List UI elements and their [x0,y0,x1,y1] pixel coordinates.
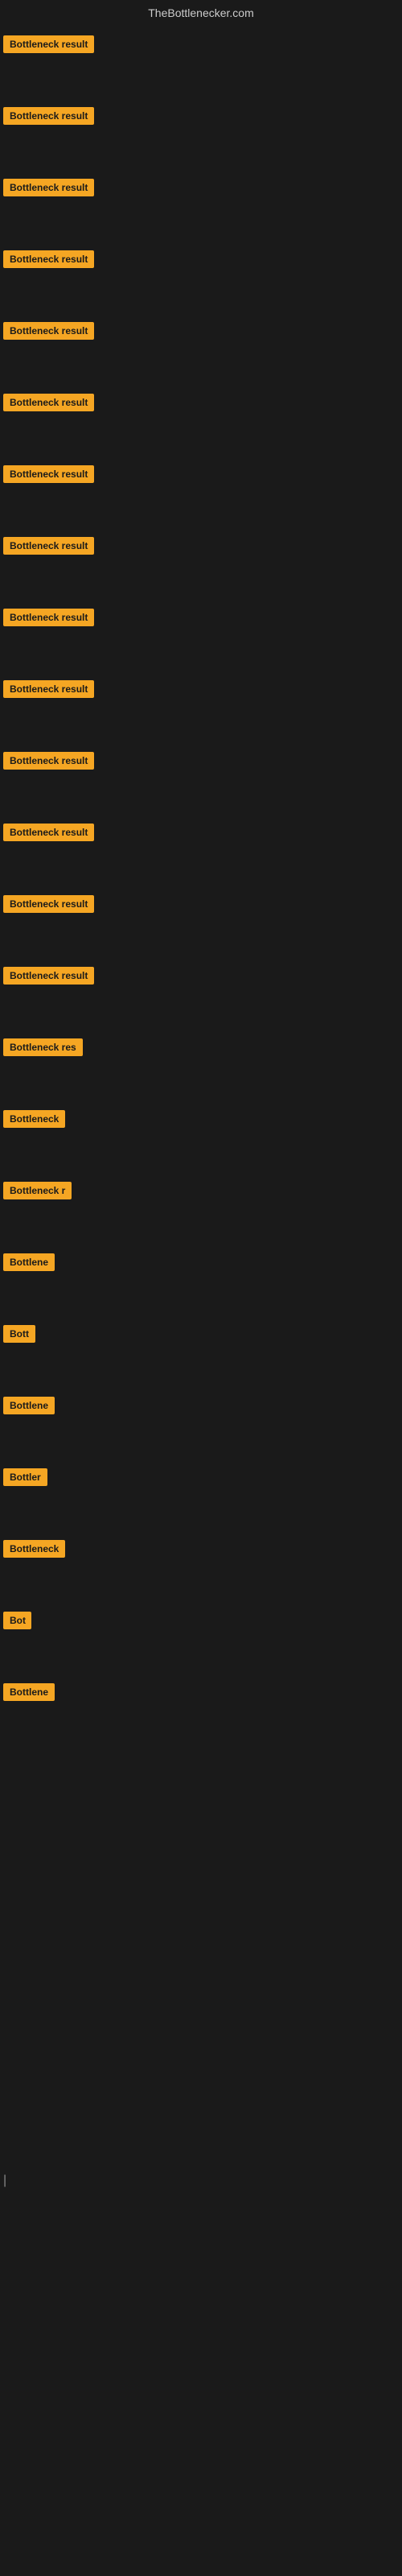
bottleneck-badge[interactable]: Bottlene [3,1683,55,1701]
bottleneck-badge[interactable]: Bottleneck result [3,752,94,770]
list-item: Bottleneck r [0,1177,402,1208]
bottleneck-badge[interactable]: Bottleneck result [3,465,94,483]
bottleneck-badge[interactable]: Bottleneck result [3,680,94,698]
list-item: Bottleneck result [0,317,402,349]
list-item: Bottleneck result [0,532,402,564]
bottleneck-badge[interactable]: Bottleneck result [3,394,94,411]
site-title: TheBottlenecker.com [0,0,402,23]
list-item: Bottleneck result [0,962,402,993]
list-item: Bottleneck res [0,1034,402,1065]
list-item: Bottleneck result [0,31,402,62]
list-item: Bottleneck result [0,246,402,277]
bottleneck-badge[interactable]: Bottleneck result [3,35,94,53]
items-container: Bottleneck result Bottleneck result Bottle… [0,23,402,1710]
bottleneck-badge[interactable]: Bottlene [3,1253,55,1271]
list-item: Bot [0,1607,402,1638]
bottleneck-badge[interactable]: Bottleneck [3,1110,65,1128]
list-item: Bottleneck result [0,174,402,205]
list-item: Bottleneck [0,1535,402,1567]
bottleneck-badge[interactable]: Bottleneck result [3,107,94,125]
bottleneck-badge[interactable]: Bottleneck result [3,250,94,268]
bottleneck-badge[interactable]: Bottleneck result [3,537,94,555]
list-item: Bottleneck result [0,389,402,420]
list-item: Bottleneck result [0,460,402,492]
bottleneck-badge[interactable]: Bottler [3,1468,47,1486]
bottleneck-badge[interactable]: Bottleneck result [3,609,94,626]
list-item: Bottleneck result [0,819,402,850]
list-item: Bottleneck [0,1105,402,1137]
list-item: Bottleneck result [0,747,402,778]
bottleneck-badge[interactable]: Bottleneck result [3,179,94,196]
list-item: Bottlene [0,1249,402,1280]
bottleneck-badge[interactable]: Bot [3,1612,31,1629]
bottleneck-badge[interactable]: Bottleneck result [3,322,94,340]
bottleneck-badge[interactable]: Bottleneck result [3,895,94,913]
list-item: Bottleneck result [0,675,402,707]
bottleneck-badge[interactable]: Bottleneck result [3,824,94,841]
cursor: | [3,2174,6,2188]
list-item: Bottlene [0,1392,402,1423]
bottleneck-badge[interactable]: Bottleneck [3,1540,65,1558]
list-item: Bottleneck result [0,102,402,134]
list-item: Bottler [0,1463,402,1495]
list-item: Bottleneck result [0,604,402,635]
bottleneck-badge[interactable]: Bottleneck result [3,967,94,985]
bottleneck-badge[interactable]: Bott [3,1325,35,1343]
list-item: Bottlene [0,1678,402,1710]
bottleneck-badge[interactable]: Bottlene [3,1397,55,1414]
bottleneck-badge[interactable]: Bottleneck res [3,1038,83,1056]
list-item: Bottleneck result [0,890,402,922]
list-item: Bott [0,1320,402,1352]
bottleneck-badge[interactable]: Bottleneck r [3,1182,72,1199]
